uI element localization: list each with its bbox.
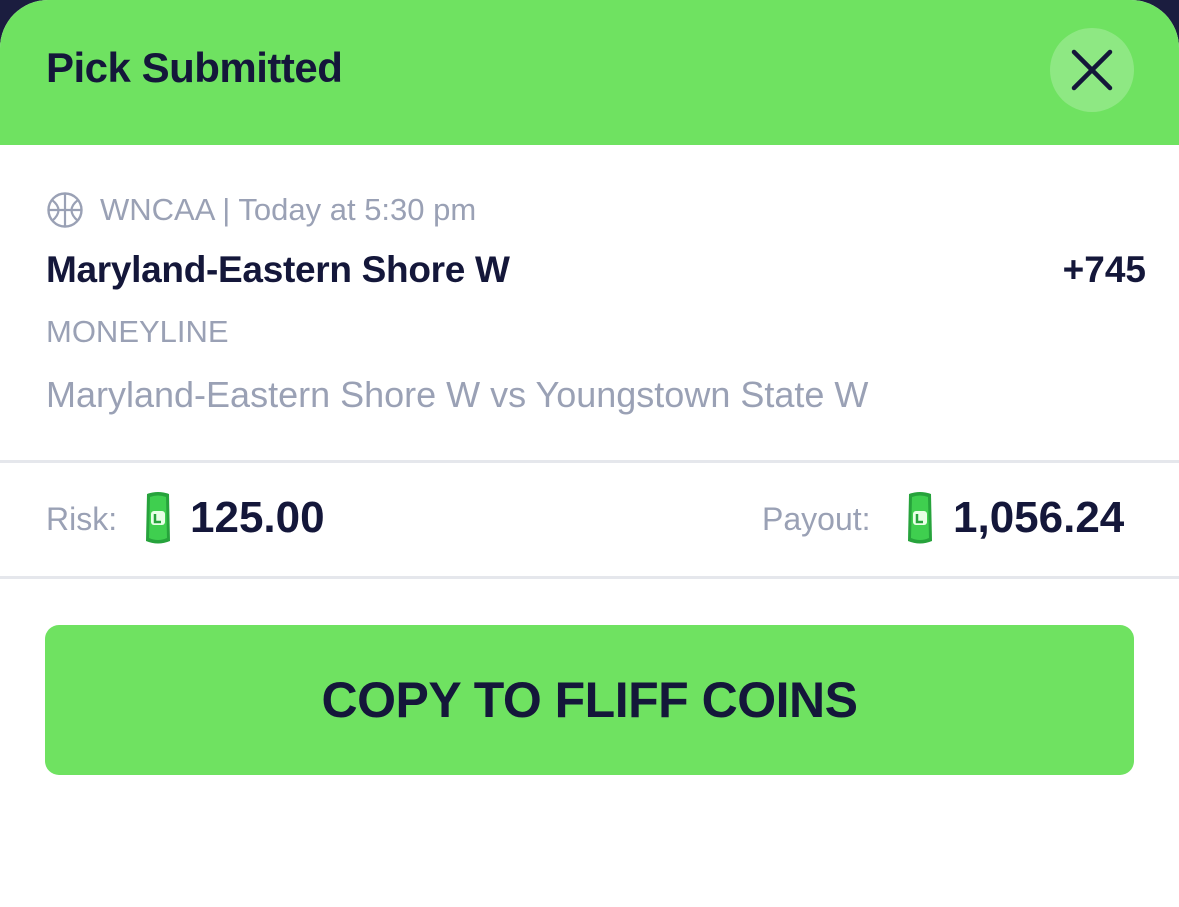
matchup: Maryland-Eastern Shore W vs Youngstown S… bbox=[46, 374, 869, 415]
pick-team: Maryland-Eastern Shore W bbox=[46, 249, 510, 290]
pick-odds: +745 bbox=[1062, 249, 1146, 290]
page-title: Pick Submitted bbox=[46, 44, 343, 91]
risk-value: 125.00 bbox=[190, 493, 325, 542]
league-row: WNCAA | Today at 5:30 pm bbox=[46, 190, 476, 230]
header-bar: Pick Submitted bbox=[0, 0, 1179, 145]
pick-submitted-sheet: Pick Submitted WNCAA | Today at 5:30 pm … bbox=[0, 0, 1179, 907]
divider bbox=[0, 460, 1179, 463]
risk-label: Risk: bbox=[46, 501, 118, 537]
copy-button-label: COPY TO FLIFF COINS bbox=[321, 672, 858, 728]
close-icon bbox=[1071, 49, 1113, 91]
cash-coin-icon bbox=[908, 492, 932, 544]
league-time: WNCAA | Today at 5:30 pm bbox=[100, 192, 477, 227]
copy-to-fliff-coins-button[interactable]: COPY TO FLIFF COINS bbox=[45, 625, 1134, 775]
payout-value: 1,056.24 bbox=[953, 493, 1125, 542]
divider bbox=[0, 576, 1179, 579]
payout-label: Payout: bbox=[762, 501, 871, 537]
basketball-icon bbox=[47, 192, 83, 228]
cash-coin-icon bbox=[146, 492, 170, 544]
bet-type: MONEYLINE bbox=[46, 314, 229, 349]
close-button[interactable] bbox=[1050, 28, 1134, 112]
